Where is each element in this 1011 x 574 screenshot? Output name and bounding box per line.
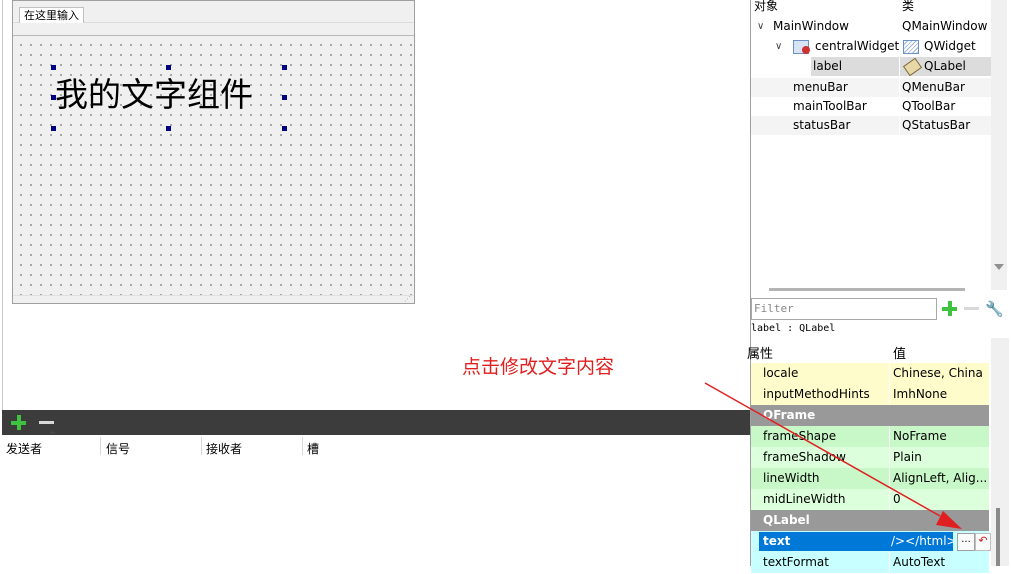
column-divider (899, 97, 900, 116)
object-inspector-hscrollbar[interactable] (751, 286, 991, 292)
form-menubar: 在这里输入 (13, 1, 414, 23)
selected-label-widget[interactable]: 我的文字组件 (55, 72, 287, 128)
column-sender[interactable]: 发送者 (6, 440, 42, 457)
column-divider (100, 437, 101, 455)
tree-item-menubar[interactable]: menuBar QMenuBar (751, 78, 991, 97)
tree-item-statusbar[interactable]: statusBar QStatusBar (751, 116, 991, 135)
property-header: 属性 值 (747, 338, 989, 362)
property-group-qframe[interactable]: QFrame (751, 405, 989, 427)
scroll-thumb[interactable] (996, 508, 1000, 566)
form-preview-window: 在这里输入 ⋰ (12, 0, 415, 304)
property-name-text: text (759, 532, 891, 551)
wrench-icon[interactable]: 🔧 (985, 300, 1004, 318)
no-layout-badge-icon (802, 46, 810, 54)
column-signal[interactable]: 信号 (106, 440, 130, 457)
column-divider (889, 552, 890, 573)
property-row-inputmethodhints[interactable]: inputMethodHints ImhNone (751, 384, 989, 406)
chevron-down-icon[interactable]: ∨ (757, 17, 764, 36)
canvas-border (2, 0, 3, 410)
form-canvas-area: 在这里输入 ⋰ 我的文字组件 点击修改文字内容 (0, 0, 750, 410)
column-divider (889, 384, 890, 405)
column-divider (899, 116, 900, 135)
property-group-qlabel[interactable]: QLabel (751, 510, 989, 532)
header-property[interactable]: 属性 (747, 343, 773, 362)
object-inspector-scrollbar[interactable] (991, 0, 1007, 290)
column-divider (201, 437, 202, 455)
header-object[interactable]: 对象 (754, 0, 778, 14)
selection-handle[interactable] (282, 65, 287, 70)
property-row-frameshadow[interactable]: frameShadow Plain (751, 447, 989, 469)
column-divider (889, 426, 890, 447)
property-editor: Filter 🔧 label : QLabel 属性 值 locale Chin… (747, 296, 1011, 574)
selection-handle[interactable] (51, 65, 56, 70)
column-divider (302, 437, 303, 455)
object-inspector: 对象 类 ∨ MainWindow QMainWindow ∨ centralW… (750, 0, 1011, 296)
column-divider (889, 489, 890, 510)
selection-handle[interactable] (166, 65, 171, 70)
selection-handle[interactable] (51, 126, 56, 131)
column-slot[interactable]: 槽 (307, 440, 319, 457)
property-row-frameshape[interactable]: frameShape NoFrame (751, 426, 989, 448)
text-value-editor[interactable]: /></html> (889, 532, 953, 551)
property-row-text[interactable]: text /></html> ... ↶ (751, 531, 991, 553)
object-inspector-header: 对象 类 (751, 0, 991, 14)
header-value[interactable]: 值 (893, 343, 906, 362)
current-object-label: label : QLabel (751, 323, 836, 334)
property-row-textformat[interactable]: textFormat AutoText (751, 552, 989, 574)
property-row-linewidth[interactable]: lineWidth AlignLeft, Alig... (751, 468, 989, 490)
selection-handle[interactable] (51, 95, 56, 100)
menu-type-here-item[interactable]: 在这里输入 (19, 7, 84, 23)
column-receiver[interactable]: 接收者 (206, 440, 242, 457)
column-divider (889, 447, 890, 468)
label-tag-icon (902, 57, 923, 77)
remove-property-icon[interactable] (963, 300, 980, 317)
selection-handle[interactable] (282, 126, 287, 131)
signal-slot-toolbar (2, 410, 750, 435)
remove-connection-icon[interactable] (38, 414, 55, 431)
resize-grip-icon[interactable]: ⋰ (404, 296, 412, 303)
column-divider (899, 37, 900, 56)
hscroll-thumb[interactable] (769, 288, 965, 291)
property-editor-scrollbar[interactable] (991, 338, 1009, 566)
tree-item-maintoolbar[interactable]: mainToolBar QToolBar (751, 97, 991, 116)
property-row-midlinewidth[interactable]: midLineWidth 0 (751, 489, 989, 511)
selection-handle[interactable] (166, 126, 171, 131)
column-divider (889, 363, 890, 384)
signal-slot-header: 发送者 信号 接收者 槽 (2, 435, 750, 457)
column-divider (899, 17, 900, 36)
form-toolbar (13, 24, 414, 36)
tree-item-centralwidget[interactable]: ∨ centralWidget QWidget (751, 37, 991, 56)
add-property-icon[interactable] (941, 300, 958, 317)
form-statusbar: ⋰ (13, 295, 414, 303)
column-divider (889, 468, 890, 489)
tree-item-mainwindow[interactable]: ∨ MainWindow QMainWindow (751, 17, 991, 36)
column-divider (899, 57, 900, 76)
property-filter-input[interactable]: Filter (751, 298, 937, 320)
selection-handle[interactable] (282, 95, 287, 100)
header-class[interactable]: 类 (902, 0, 914, 14)
edit-text-ellipsis-button[interactable]: ... (957, 533, 975, 551)
add-connection-icon[interactable] (10, 414, 27, 431)
annotation-text: 点击修改文字内容 (462, 356, 615, 378)
scroll-down-arrow-icon[interactable] (994, 264, 1004, 270)
reset-property-icon[interactable]: ↶ (975, 533, 991, 551)
tree-item-label[interactable]: label QLabel (811, 57, 991, 77)
column-divider (899, 78, 900, 97)
property-row-locale[interactable]: locale Chinese, China (751, 363, 989, 385)
chevron-down-icon[interactable]: ∨ (775, 37, 782, 56)
widget-icon (903, 40, 919, 54)
